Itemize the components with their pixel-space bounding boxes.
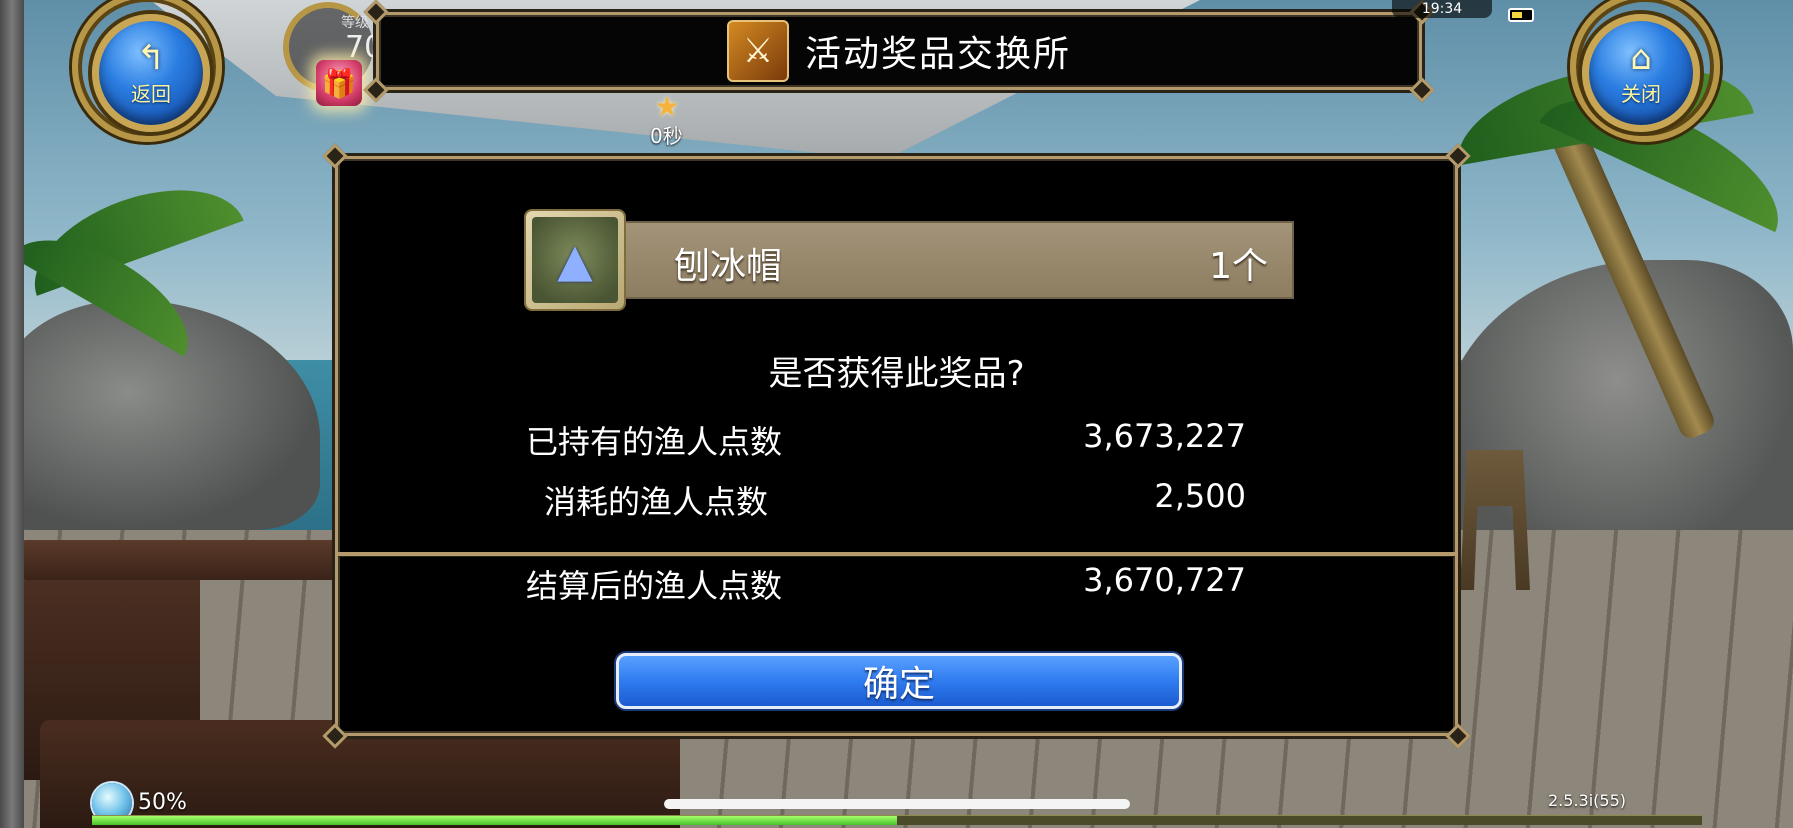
points-owned-value: 3,673,227 [1083,417,1246,455]
exchange-confirm-dialog: ▲ 刨冰帽 1个 是否获得此奖品? 已持有的渔人点数 3,673,227 消耗的… [322,143,1471,749]
confirm-question: 是否获得此奖品? [768,354,1025,394]
shop-cart-icon: ⚔ [726,20,789,82]
points-after-value: 3,670,727 [1083,561,1246,599]
house-icon: ⌂ [1630,37,1652,78]
back-button-label: 返回 [131,81,171,106]
progress-bar-fill [92,816,897,825]
points-owned-label: 已持有的渔人点数 [526,423,783,461]
points-cost-value: 2,500 [1154,477,1246,515]
close-button-label: 关闭 [1621,81,1661,106]
deck-rail [20,540,360,580]
home-indicator[interactable] [664,799,1130,809]
deck-front-wall [40,720,680,828]
item-name: 刨冰帽 [674,246,783,287]
wizard-hat-icon: ▲ [532,217,618,303]
points-after-row: 结算后的渔人点数 3,670,727 [526,561,1246,607]
version-label: 2.5.3i(55) [1548,791,1626,810]
close-button[interactable]: ⌂ 关闭 [1582,14,1700,132]
progress-percent: 50% [138,790,187,815]
title-bar: ⚔ 活动奖品交换所 [363,0,1435,103]
page-title: 活动奖品交换所 [804,34,1071,75]
star-icon[interactable]: ★ [652,92,682,122]
level-label: 等级 [341,15,369,31]
gift-box-icon[interactable]: 🎁 [316,60,362,106]
back-button[interactable]: ↰ 返回 [92,14,210,132]
confirm-button[interactable]: 确定 [616,653,1182,709]
battery-icon [1508,8,1534,22]
item-thumbnail: ▲ [526,211,624,309]
item-quantity: 1个 [1209,246,1268,287]
points-owned-row: 已持有的渔人点数 3,673,227 [526,417,1246,463]
mast-pillar [0,0,24,828]
points-cost-row: 消耗的渔人点数 2,500 [526,477,1246,523]
return-arrow-icon: ↰ [136,37,166,78]
progress-bar [92,815,1702,825]
points-after-label: 结算后的渔人点数 [526,567,783,605]
event-timer: 0秒 [650,124,683,148]
dialog-divider [338,552,1455,556]
rock-right [1440,260,1793,560]
status-clock: 19:34 [1392,0,1492,18]
points-cost-label: 消耗的渔人点数 [544,483,769,521]
